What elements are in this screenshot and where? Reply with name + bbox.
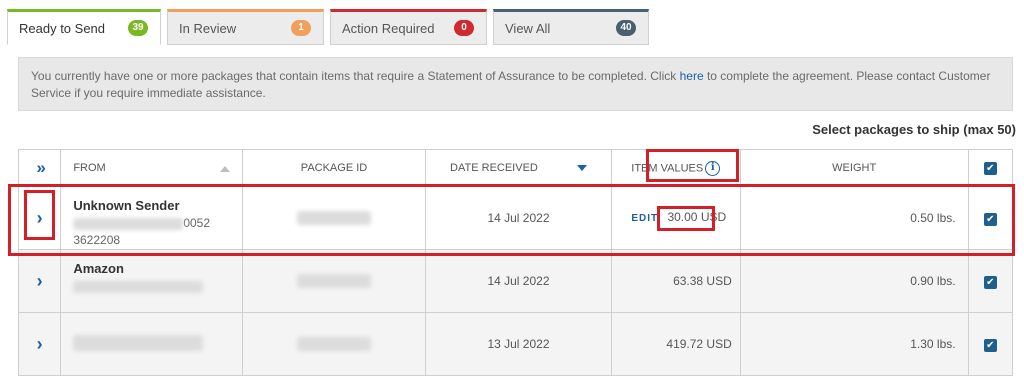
tab-label: View All bbox=[505, 20, 551, 36]
count-badge: 40 bbox=[616, 20, 636, 36]
info-icon[interactable]: i bbox=[705, 160, 721, 176]
item-values-column-header: ITEM VALUES i bbox=[610, 149, 741, 187]
tab-in-review[interactable]: In Review 1 bbox=[167, 9, 324, 45]
packages-table: » FROM PACKAGE ID DATE RECEIVED ITEM VAL… bbox=[17, 149, 1014, 376]
table-row: › 13 Jul 2022 419.72 USD 1.30 lbs. ✔ bbox=[17, 312, 1014, 376]
table-header-row: » FROM PACKAGE ID DATE RECEIVED ITEM VAL… bbox=[17, 149, 1014, 187]
package-id-cell bbox=[241, 249, 427, 313]
package-id-cell bbox=[241, 312, 427, 376]
notice-here-link[interactable]: here bbox=[680, 69, 704, 83]
count-badge: 0 bbox=[454, 20, 474, 36]
weight-cell: 0.90 lbs. bbox=[739, 249, 969, 313]
redacted-text bbox=[73, 280, 204, 293]
package-id-header-label: PACKAGE ID bbox=[300, 162, 368, 174]
redacted-text bbox=[73, 217, 184, 230]
select-cell[interactable]: ✔ bbox=[967, 249, 1014, 313]
redacted-text bbox=[297, 211, 372, 226]
sender-name: Amazon bbox=[73, 261, 124, 276]
notice-text-start: You currently have one or more packages … bbox=[31, 69, 680, 83]
select-all-header[interactable]: ✔ bbox=[967, 149, 1014, 187]
date-received-cell: 14 Jul 2022 bbox=[425, 186, 612, 250]
item-value-cell: 419.72 USD bbox=[610, 312, 741, 376]
chevron-right-icon[interactable]: › bbox=[37, 271, 43, 291]
item-value-cell: 63.38 USD bbox=[610, 249, 741, 313]
from-column-header[interactable]: FROM bbox=[60, 149, 243, 187]
tab-ready-to-send[interactable]: Ready to Send 39 bbox=[7, 9, 161, 45]
item-value-cell: EDIT 30.00 USD bbox=[610, 186, 741, 250]
weight-cell: 0.50 lbs. bbox=[739, 186, 969, 250]
from-cell: Amazon bbox=[60, 249, 243, 313]
expand-row-cell[interactable]: › bbox=[17, 312, 62, 376]
date-received-header-label: DATE RECEIVED bbox=[450, 162, 538, 174]
select-cell[interactable]: ✔ bbox=[967, 186, 1014, 250]
redacted-text bbox=[297, 274, 372, 289]
redacted-text bbox=[297, 337, 372, 352]
tab-action-required[interactable]: Action Required 0 bbox=[330, 9, 487, 45]
tab-label: In Review bbox=[179, 20, 237, 36]
sender-address-line-2: 3622208 bbox=[73, 233, 121, 247]
package-tabs: Ready to Send 39 In Review 1 Action Requ… bbox=[7, 9, 649, 45]
select-packages-caption: Select packages to ship (max 50) bbox=[812, 122, 1016, 137]
weight-column-header[interactable]: WEIGHT bbox=[739, 149, 969, 187]
row-select-checkbox[interactable]: ✔ bbox=[983, 212, 997, 226]
weight-header-label: WEIGHT bbox=[832, 162, 877, 174]
tab-label: Ready to Send bbox=[19, 20, 106, 36]
sender-name: Unknown Sender bbox=[73, 198, 180, 213]
row-select-checkbox[interactable]: ✔ bbox=[983, 275, 997, 289]
package-id-cell bbox=[241, 186, 427, 250]
count-badge: 1 bbox=[291, 20, 311, 36]
expand-row-cell[interactable]: › bbox=[17, 249, 62, 313]
weight-cell: 1.30 lbs. bbox=[739, 312, 969, 376]
chevron-right-icon[interactable]: › bbox=[37, 208, 43, 228]
select-cell[interactable]: ✔ bbox=[967, 312, 1014, 376]
item-value: 30.00 USD bbox=[667, 210, 727, 224]
chevron-right-icon[interactable]: › bbox=[37, 334, 43, 354]
count-badge: 39 bbox=[128, 20, 148, 36]
sender-address-line: 0052 bbox=[73, 216, 241, 230]
table-row: › Unknown Sender 0052 3622208 14 Jul 202… bbox=[17, 186, 1014, 250]
from-header-label: FROM bbox=[73, 162, 106, 174]
from-cell: Unknown Sender 0052 3622208 bbox=[60, 186, 243, 250]
date-received-cell: 13 Jul 2022 bbox=[425, 312, 612, 376]
edit-item-values-button[interactable]: EDIT bbox=[625, 211, 664, 226]
expand-all-header[interactable]: » bbox=[17, 149, 62, 187]
redacted-text bbox=[73, 335, 204, 351]
sort-descending-icon[interactable] bbox=[576, 165, 587, 172]
item-values-header-label: ITEM VALUES bbox=[631, 161, 704, 174]
sort-ascending-icon[interactable] bbox=[219, 166, 230, 172]
package-id-column-header[interactable]: PACKAGE ID bbox=[241, 149, 427, 187]
select-all-checkbox[interactable]: ✔ bbox=[983, 161, 997, 175]
sender-address-suffix: 0052 bbox=[183, 216, 211, 230]
date-received-cell: 14 Jul 2022 bbox=[425, 249, 612, 313]
double-chevron-right-icon[interactable]: » bbox=[36, 158, 46, 177]
tab-label: Action Required bbox=[342, 20, 435, 36]
table-row: › Amazon 14 Jul 2022 63.38 USD 0.90 lbs.… bbox=[17, 249, 1014, 313]
from-cell bbox=[60, 312, 243, 376]
sender-address-line bbox=[73, 279, 241, 293]
tab-view-all[interactable]: View All 40 bbox=[493, 9, 649, 45]
assurance-notice: You currently have one or more packages … bbox=[18, 57, 1013, 111]
date-received-column-header[interactable]: DATE RECEIVED bbox=[425, 149, 612, 187]
expand-row-cell[interactable]: › bbox=[17, 186, 62, 250]
row-select-checkbox[interactable]: ✔ bbox=[983, 338, 997, 352]
